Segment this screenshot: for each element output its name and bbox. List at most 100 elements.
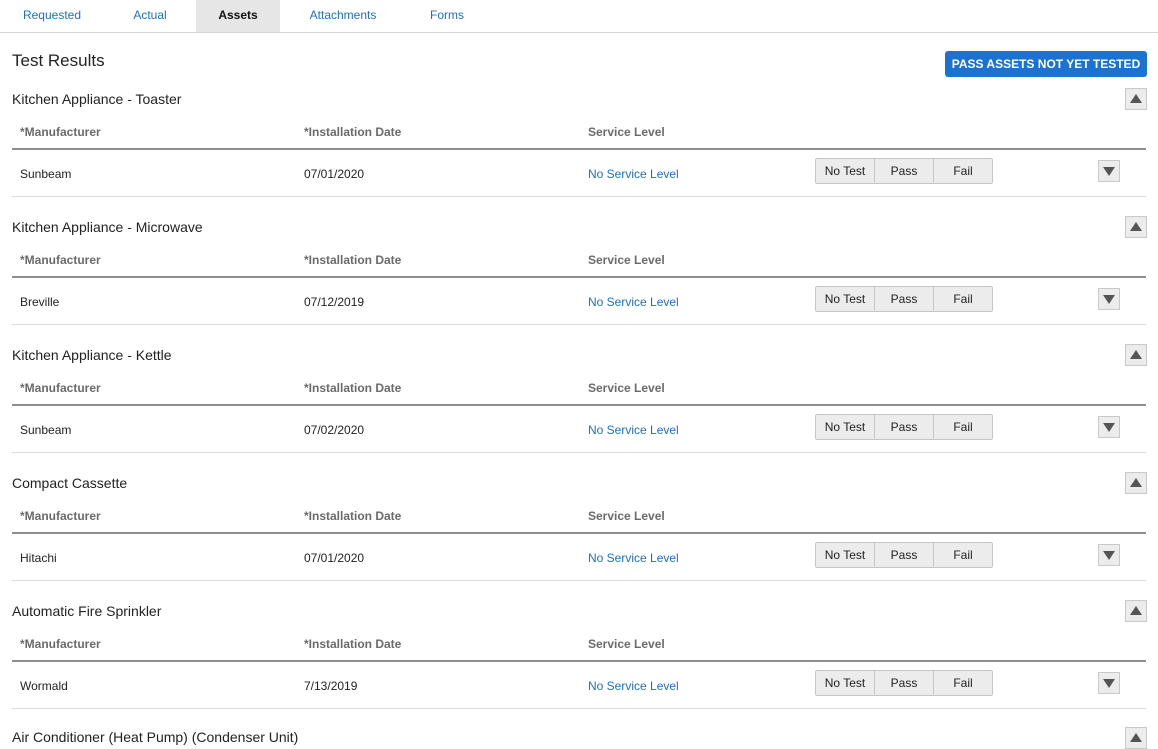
test-result-group: No Test Pass Fail <box>815 286 993 312</box>
triangle-down-icon <box>1103 167 1115 176</box>
manufacturer-value: Hitachi <box>20 551 57 565</box>
collapse-button[interactable] <box>1125 216 1147 238</box>
header-divider <box>12 660 1146 662</box>
tab-assets[interactable]: Assets <box>196 0 280 32</box>
column-header-manufacturer: *Manufacturer <box>20 637 101 651</box>
header-divider <box>12 532 1146 534</box>
row-divider <box>12 580 1146 581</box>
header-divider <box>12 276 1146 278</box>
fail-button[interactable]: Fail <box>933 542 993 568</box>
column-header-service-level: Service Level <box>588 637 665 651</box>
triangle-down-icon <box>1103 423 1115 432</box>
triangle-down-icon <box>1103 679 1115 688</box>
column-header-installation-date: *Installation Date <box>304 125 402 139</box>
test-result-group: No Test Pass Fail <box>815 670 993 696</box>
asset-section: Kitchen Appliance - Toaster *Manufacture… <box>0 88 1158 218</box>
tab-bar: Requested Actual Assets Attachments Form… <box>0 0 1158 33</box>
collapse-button[interactable] <box>1125 727 1147 749</box>
installation-date-value: 07/01/2020 <box>304 551 365 565</box>
asset-section: Automatic Fire Sprinkler *Manufacturer *… <box>0 600 1158 730</box>
pass-button[interactable]: Pass <box>874 158 934 184</box>
installation-date-value: 7/13/2019 <box>304 679 358 693</box>
column-header-manufacturer: *Manufacturer <box>20 253 101 267</box>
row-divider <box>12 196 1146 197</box>
manufacturer-value: Wormald <box>20 679 68 693</box>
expand-row-button[interactable] <box>1098 160 1120 182</box>
column-header-installation-date: *Installation Date <box>304 253 402 267</box>
no-test-button[interactable]: No Test <box>815 286 875 312</box>
asset-title: Automatic Fire Sprinkler <box>12 603 162 619</box>
expand-row-button[interactable] <box>1098 416 1120 438</box>
asset-section: Kitchen Appliance - Microwave *Manufactu… <box>0 216 1158 346</box>
row-divider <box>12 452 1146 453</box>
installation-date-value: 07/12/2019 <box>304 295 365 309</box>
column-header-manufacturer: *Manufacturer <box>20 125 101 139</box>
fail-button[interactable]: Fail <box>933 414 993 440</box>
pass-button[interactable]: Pass <box>874 670 934 696</box>
column-header-installation-date: *Installation Date <box>304 381 402 395</box>
triangle-up-icon <box>1130 350 1142 359</box>
column-header-installation-date: *Installation Date <box>304 509 402 523</box>
page-title: Test Results <box>12 51 105 70</box>
asset-title: Kitchen Appliance - Toaster <box>12 91 182 107</box>
service-level-link[interactable]: No Service Level <box>588 423 679 437</box>
service-level-link[interactable]: No Service Level <box>588 167 679 181</box>
fail-button[interactable]: Fail <box>933 670 993 696</box>
column-header-service-level: Service Level <box>588 509 665 523</box>
no-test-button[interactable]: No Test <box>815 158 875 184</box>
triangle-up-icon <box>1130 606 1142 615</box>
collapse-button[interactable] <box>1125 344 1147 366</box>
collapse-button[interactable] <box>1125 600 1147 622</box>
service-level-link[interactable]: No Service Level <box>588 679 679 693</box>
row-divider <box>12 708 1146 709</box>
pass-assets-not-yet-tested-button[interactable]: PASS ASSETS NOT YET TESTED <box>945 51 1147 77</box>
asset-title: Air Conditioner (Heat Pump) (Condenser U… <box>12 729 299 745</box>
header-divider <box>12 404 1146 406</box>
manufacturer-value: Sunbeam <box>20 423 72 437</box>
row-divider <box>12 324 1146 325</box>
asset-section: Kitchen Appliance - Kettle *Manufacturer… <box>0 344 1158 474</box>
column-header-service-level: Service Level <box>588 253 665 267</box>
expand-row-button[interactable] <box>1098 544 1120 566</box>
pass-button[interactable]: Pass <box>874 542 934 568</box>
pass-button[interactable]: Pass <box>874 286 934 312</box>
header-divider <box>12 148 1146 150</box>
tab-forms[interactable]: Forms <box>410 0 484 32</box>
manufacturer-value: Breville <box>20 295 60 309</box>
triangle-up-icon <box>1130 733 1142 742</box>
test-result-group: No Test Pass Fail <box>815 158 993 184</box>
collapse-button[interactable] <box>1125 88 1147 110</box>
expand-row-button[interactable] <box>1098 672 1120 694</box>
asset-title: Kitchen Appliance - Kettle <box>12 347 172 363</box>
tab-requested[interactable]: Requested <box>10 0 94 32</box>
column-header-manufacturer: *Manufacturer <box>20 381 101 395</box>
installation-date-value: 07/01/2020 <box>304 167 365 181</box>
pass-button[interactable]: Pass <box>874 414 934 440</box>
no-test-button[interactable]: No Test <box>815 414 875 440</box>
asset-section: Compact Cassette *Manufacturer *Installa… <box>0 472 1158 602</box>
collapse-button[interactable] <box>1125 472 1147 494</box>
asset-title: Compact Cassette <box>12 475 128 491</box>
triangle-up-icon <box>1130 478 1142 487</box>
service-level-link[interactable]: No Service Level <box>588 295 679 309</box>
fail-button[interactable]: Fail <box>933 286 993 312</box>
tab-actual[interactable]: Actual <box>110 0 190 32</box>
column-header-service-level: Service Level <box>588 381 665 395</box>
test-result-group: No Test Pass Fail <box>815 414 993 440</box>
test-result-group: No Test Pass Fail <box>815 542 993 568</box>
service-level-link[interactable]: No Service Level <box>588 551 679 565</box>
triangle-up-icon <box>1130 94 1142 103</box>
tab-attachments[interactable]: Attachments <box>295 0 391 32</box>
column-header-installation-date: *Installation Date <box>304 637 402 651</box>
column-header-manufacturer: *Manufacturer <box>20 509 101 523</box>
column-header-service-level: Service Level <box>588 125 665 139</box>
asset-title: Kitchen Appliance - Microwave <box>12 219 203 235</box>
expand-row-button[interactable] <box>1098 288 1120 310</box>
no-test-button[interactable]: No Test <box>815 542 875 568</box>
triangle-down-icon <box>1103 551 1115 560</box>
no-test-button[interactable]: No Test <box>815 670 875 696</box>
installation-date-value: 07/02/2020 <box>304 423 365 437</box>
fail-button[interactable]: Fail <box>933 158 993 184</box>
triangle-down-icon <box>1103 295 1115 304</box>
triangle-up-icon <box>1130 222 1142 231</box>
